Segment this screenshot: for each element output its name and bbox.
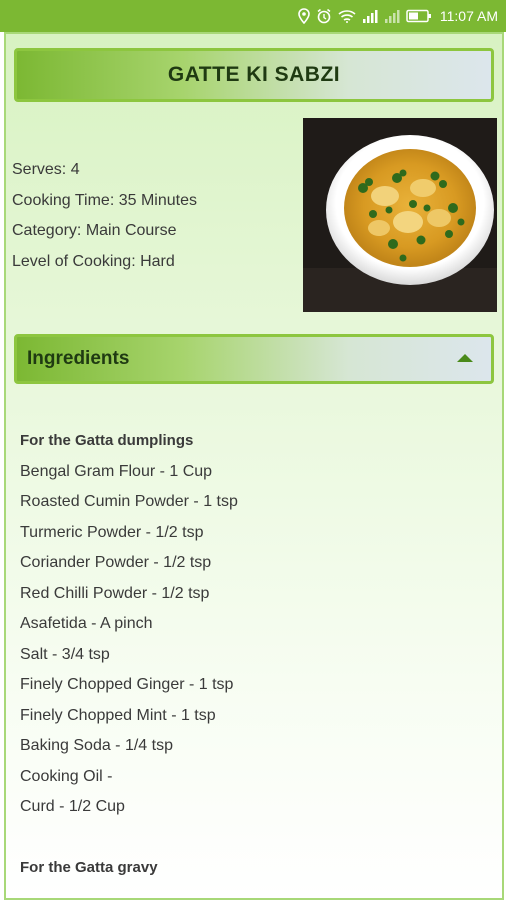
chevron-up-icon[interactable] bbox=[455, 350, 475, 368]
cooking-time-text: Cooking Time: 35 Minutes bbox=[12, 191, 197, 209]
ingredient-item: Cooking Oil - bbox=[20, 767, 113, 785]
signal-icon bbox=[362, 9, 378, 23]
serves-text: Serves: 4 bbox=[12, 161, 80, 178]
alarm-icon bbox=[316, 8, 332, 24]
location-icon bbox=[298, 8, 310, 24]
category-text: Category: Main Course bbox=[12, 222, 177, 239]
ingredient-item: Roasted Cumin Powder - 1 tsp bbox=[20, 493, 238, 510]
ingredients-header[interactable]: Ingredients bbox=[14, 334, 494, 384]
ingredient-item: Salt - 3/4 tsp bbox=[20, 645, 110, 663]
ingredient-item: Red Chilli Powder - 1/2 tsp bbox=[20, 584, 210, 602]
ingredient-section-title: For the Gatta dumplings bbox=[20, 432, 194, 449]
status-bar: 11:07 AM bbox=[0, 0, 506, 32]
ingredient-item: Curd - 1/2 Cup bbox=[20, 798, 125, 815]
ingredient-item: Finely Chopped Mint - 1 tsp bbox=[20, 706, 216, 724]
battery-icon bbox=[406, 9, 432, 23]
ingredient-item: Finely Chopped Ginger - 1 tsp bbox=[20, 676, 234, 693]
level-text: Level of Cooking: Hard bbox=[12, 252, 175, 270]
wifi-icon bbox=[338, 9, 356, 23]
recipe-info: Serves: 4 Cooking Time: 35 Minutes Categ… bbox=[12, 160, 197, 282]
ingredients-title: Ingredients bbox=[27, 348, 130, 369]
status-time: 11:07 AM bbox=[439, 8, 498, 24]
dish-image bbox=[303, 118, 497, 312]
recipe-screen: GATTE KI SABZI Serves: 4 Cooking Time: 3… bbox=[4, 32, 504, 900]
ingredient-section-title: For the Gatta gravy bbox=[20, 859, 158, 876]
ingredient-item: Asafetida - A pinch bbox=[20, 615, 153, 632]
ingredient-item: Bengal Gram Flour - 1 Cup bbox=[20, 462, 213, 480]
ingredient-item: Coriander Powder - 1/2 tsp bbox=[20, 554, 212, 571]
ingredient-item: Baking Soda - 1/4 tsp bbox=[20, 737, 173, 754]
signal-icon-2 bbox=[384, 9, 400, 23]
recipe-title: GATTE KI SABZI bbox=[167, 63, 341, 86]
recipe-title-banner: GATTE KI SABZI bbox=[14, 48, 494, 102]
ingredients-list: For the Gatta dumplings Bengal Gram Flou… bbox=[20, 431, 238, 889]
ingredient-item: Turmeric Powder - 1/2 tsp bbox=[20, 523, 204, 541]
